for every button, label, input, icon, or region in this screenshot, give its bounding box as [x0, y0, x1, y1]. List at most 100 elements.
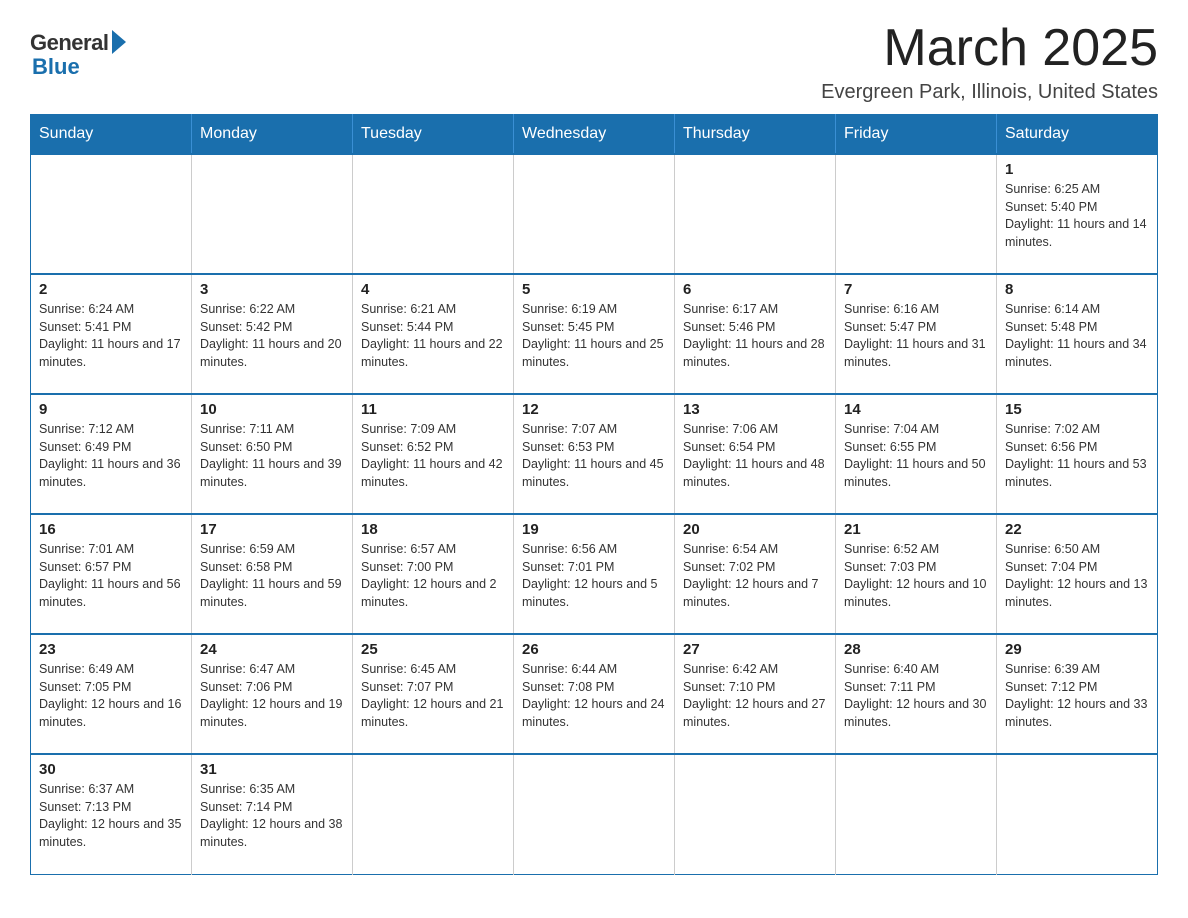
day-cell: 25Sunrise: 6:45 AM Sunset: 7:07 PM Dayli…: [353, 634, 514, 754]
day-number: 10: [200, 401, 344, 418]
day-cell: 28 Sunrise: 6:40 AM Sunset: 7:11 PM Dayli…: [836, 634, 997, 754]
day-number: 1: [1005, 161, 1149, 178]
month-title: March 2025: [821, 20, 1158, 77]
day-cell: 16 Sunrise: 7:01 AM Sunset: 6:57 PM Dayli…: [31, 514, 192, 634]
day-number: 30: [39, 761, 183, 778]
day-cell: 10 Sunrise: 7:11 AM Sunset: 6:50 PM Dayli…: [192, 394, 353, 514]
day-number: 16: [39, 521, 183, 538]
day-cell: [31, 154, 192, 274]
week-row-5: 23Sunrise: 6:49 AM Sunset: 7:05 PM Dayli…: [31, 634, 1158, 754]
day-number: 26: [522, 641, 666, 658]
day-cell: 6Sunrise: 6:17 AM Sunset: 5:46 PM Daylig…: [675, 274, 836, 394]
column-header-sunday: Sunday: [31, 115, 192, 155]
day-cell: 29Sunrise: 6:39 AM Sunset: 7:12 PM Dayli…: [997, 634, 1158, 754]
day-info: Sunrise: 6:59 AM Sunset: 6:58 PM Dayligh…: [200, 541, 344, 611]
day-number: 19: [522, 521, 666, 538]
day-cell: 20 Sunrise: 6:54 AM Sunset: 7:02 PM Dayli…: [675, 514, 836, 634]
logo-arrow-icon: [112, 30, 126, 54]
day-cell: [836, 154, 997, 274]
column-header-monday: Monday: [192, 115, 353, 155]
day-info: Sunrise: 6:35 AM Sunset: 7:14 PM Dayligh…: [200, 781, 344, 851]
calendar-header-row: SundayMondayTuesdayWednesdayThursdayFrid…: [31, 115, 1158, 155]
day-cell: 19Sunrise: 6:56 AM Sunset: 7:01 PM Dayli…: [514, 514, 675, 634]
page-header: General Blue March 2025 Evergreen Park, …: [30, 20, 1158, 104]
day-cell: [997, 754, 1158, 874]
day-number: 21: [844, 521, 988, 538]
logo: General Blue: [30, 30, 126, 80]
day-info: Sunrise: 6:44 AM Sunset: 7:08 PM Dayligh…: [522, 661, 666, 731]
column-header-wednesday: Wednesday: [514, 115, 675, 155]
day-cell: [353, 754, 514, 874]
day-number: 4: [361, 281, 505, 298]
day-cell: [675, 754, 836, 874]
day-number: 20: [683, 521, 827, 538]
day-info: Sunrise: 7:12 AM Sunset: 6:49 PM Dayligh…: [39, 421, 183, 491]
day-number: 7: [844, 281, 988, 298]
day-cell: 21 Sunrise: 6:52 AM Sunset: 7:03 PM Dayli…: [836, 514, 997, 634]
day-number: 27: [683, 641, 827, 658]
day-number: 17: [200, 521, 344, 538]
day-cell: 5 Sunrise: 6:19 AM Sunset: 5:45 PM Daylig…: [514, 274, 675, 394]
column-header-saturday: Saturday: [997, 115, 1158, 155]
day-number: 25: [361, 641, 505, 658]
day-info: Sunrise: 6:16 AM Sunset: 5:47 PM Dayligh…: [844, 301, 988, 371]
day-cell: 27 Sunrise: 6:42 AM Sunset: 7:10 PM Dayli…: [675, 634, 836, 754]
day-cell: 18 Sunrise: 6:57 AM Sunset: 7:00 PM Dayli…: [353, 514, 514, 634]
day-number: 5: [522, 281, 666, 298]
day-cell: 24Sunrise: 6:47 AM Sunset: 7:06 PM Dayli…: [192, 634, 353, 754]
day-cell: 4Sunrise: 6:21 AM Sunset: 5:44 PM Daylig…: [353, 274, 514, 394]
day-info: Sunrise: 7:02 AM Sunset: 6:56 PM Dayligh…: [1005, 421, 1149, 491]
week-row-3: 9Sunrise: 7:12 AM Sunset: 6:49 PM Daylig…: [31, 394, 1158, 514]
week-row-6: 30 Sunrise: 6:37 AM Sunset: 7:13 PM Dayli…: [31, 754, 1158, 874]
day-info: Sunrise: 6:37 AM Sunset: 7:13 PM Dayligh…: [39, 781, 183, 851]
day-cell: 26 Sunrise: 6:44 AM Sunset: 7:08 PM Dayli…: [514, 634, 675, 754]
week-row-4: 16 Sunrise: 7:01 AM Sunset: 6:57 PM Dayli…: [31, 514, 1158, 634]
day-info: Sunrise: 6:57 AM Sunset: 7:00 PM Dayligh…: [361, 541, 505, 611]
day-info: Sunrise: 7:01 AM Sunset: 6:57 PM Dayligh…: [39, 541, 183, 611]
day-info: Sunrise: 6:42 AM Sunset: 7:10 PM Dayligh…: [683, 661, 827, 731]
day-cell: 9Sunrise: 7:12 AM Sunset: 6:49 PM Daylig…: [31, 394, 192, 514]
day-info: Sunrise: 6:40 AM Sunset: 7:11 PM Dayligh…: [844, 661, 988, 731]
column-header-tuesday: Tuesday: [353, 115, 514, 155]
calendar-table: SundayMondayTuesdayWednesdayThursdayFrid…: [30, 114, 1158, 875]
day-number: 15: [1005, 401, 1149, 418]
day-cell: 11Sunrise: 7:09 AM Sunset: 6:52 PM Dayli…: [353, 394, 514, 514]
logo-general-text: General: [30, 30, 108, 56]
logo-blue-text: Blue: [32, 54, 80, 80]
day-info: Sunrise: 6:17 AM Sunset: 5:46 PM Dayligh…: [683, 301, 827, 371]
day-cell: 7 Sunrise: 6:16 AM Sunset: 5:47 PM Daylig…: [836, 274, 997, 394]
day-info: Sunrise: 6:39 AM Sunset: 7:12 PM Dayligh…: [1005, 661, 1149, 731]
day-cell: [836, 754, 997, 874]
day-cell: 3Sunrise: 6:22 AM Sunset: 5:42 PM Daylig…: [192, 274, 353, 394]
day-info: Sunrise: 6:24 AM Sunset: 5:41 PM Dayligh…: [39, 301, 183, 371]
day-cell: 13Sunrise: 7:06 AM Sunset: 6:54 PM Dayli…: [675, 394, 836, 514]
day-cell: [675, 154, 836, 274]
day-info: Sunrise: 6:52 AM Sunset: 7:03 PM Dayligh…: [844, 541, 988, 611]
day-info: Sunrise: 6:50 AM Sunset: 7:04 PM Dayligh…: [1005, 541, 1149, 611]
day-cell: 15 Sunrise: 7:02 AM Sunset: 6:56 PM Dayli…: [997, 394, 1158, 514]
location-title: Evergreen Park, Illinois, United States: [821, 81, 1158, 104]
day-info: Sunrise: 7:11 AM Sunset: 6:50 PM Dayligh…: [200, 421, 344, 491]
day-info: Sunrise: 7:09 AM Sunset: 6:52 PM Dayligh…: [361, 421, 505, 491]
column-header-friday: Friday: [836, 115, 997, 155]
day-number: 31: [200, 761, 344, 778]
day-number: 12: [522, 401, 666, 418]
day-info: Sunrise: 6:49 AM Sunset: 7:05 PM Dayligh…: [39, 661, 183, 731]
day-info: Sunrise: 6:19 AM Sunset: 5:45 PM Dayligh…: [522, 301, 666, 371]
day-number: 2: [39, 281, 183, 298]
day-cell: 2 Sunrise: 6:24 AM Sunset: 5:41 PM Daylig…: [31, 274, 192, 394]
day-info: Sunrise: 6:54 AM Sunset: 7:02 PM Dayligh…: [683, 541, 827, 611]
day-cell: [514, 154, 675, 274]
day-cell: 31 Sunrise: 6:35 AM Sunset: 7:14 PM Dayli…: [192, 754, 353, 874]
day-info: Sunrise: 7:07 AM Sunset: 6:53 PM Dayligh…: [522, 421, 666, 491]
day-number: 28: [844, 641, 988, 658]
day-info: Sunrise: 7:06 AM Sunset: 6:54 PM Dayligh…: [683, 421, 827, 491]
day-cell: [192, 154, 353, 274]
day-number: 8: [1005, 281, 1149, 298]
day-number: 22: [1005, 521, 1149, 538]
day-number: 18: [361, 521, 505, 538]
title-block: March 2025 Evergreen Park, Illinois, Uni…: [821, 20, 1158, 104]
day-cell: 30 Sunrise: 6:37 AM Sunset: 7:13 PM Dayli…: [31, 754, 192, 874]
day-cell: 22 Sunrise: 6:50 AM Sunset: 7:04 PM Dayli…: [997, 514, 1158, 634]
day-cell: 14Sunrise: 7:04 AM Sunset: 6:55 PM Dayli…: [836, 394, 997, 514]
